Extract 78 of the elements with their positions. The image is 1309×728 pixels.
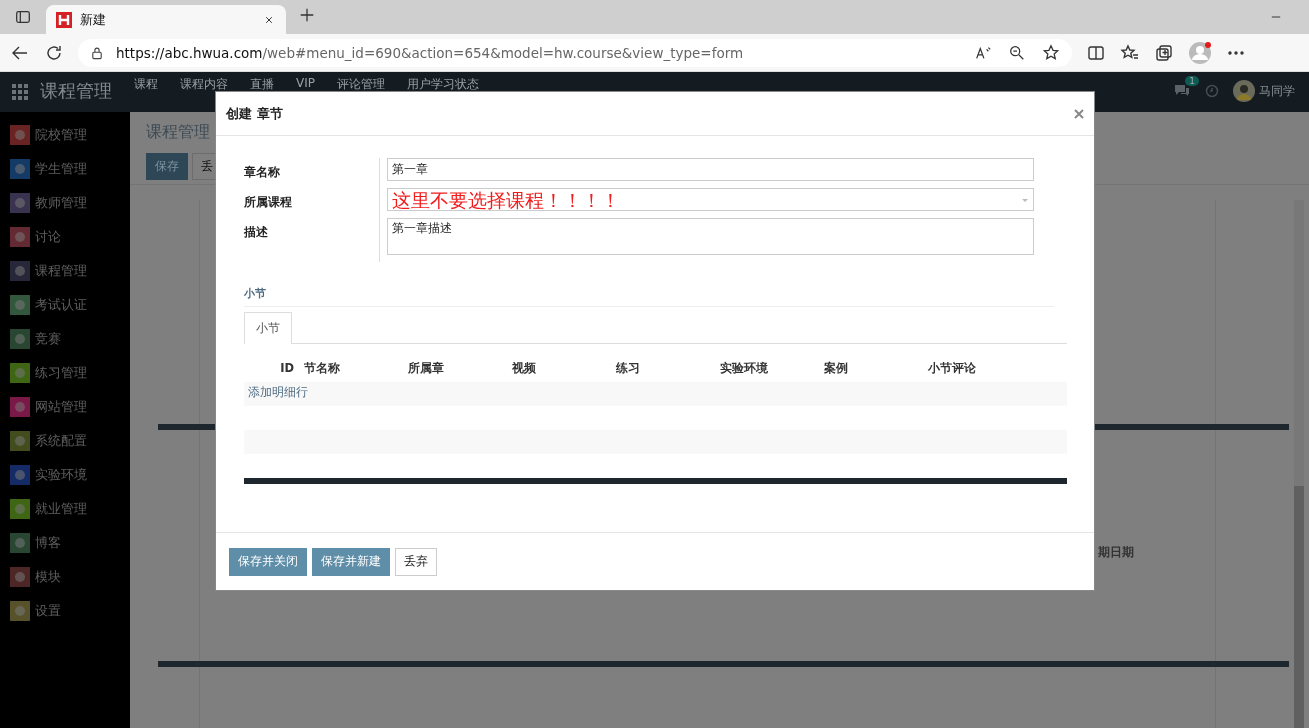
tile-icon — [10, 533, 30, 553]
plus-icon[interactable] — [298, 6, 316, 24]
nav-menu-item[interactable]: 评论管理 — [337, 76, 385, 93]
tab[interactable]: 小节 — [244, 312, 292, 344]
dialog-button[interactable]: 保存并新建 — [312, 547, 390, 576]
section-title: 小节 — [244, 286, 1054, 307]
favorite-add-icon[interactable] — [1042, 43, 1060, 62]
form-button[interactable]: 保存 — [146, 153, 188, 180]
sidebar-item[interactable]: 实验环境 — [0, 458, 130, 492]
tab-title: 新建 — [80, 10, 107, 29]
tile-icon — [10, 397, 30, 417]
field-label: 所属课程 — [244, 194, 293, 211]
column-header: 小节评论 — [928, 361, 977, 376]
nav-menu-item[interactable]: 课程内容 — [180, 76, 228, 93]
sidebar-item[interactable]: 教师管理 — [0, 186, 130, 220]
tile-icon — [10, 227, 30, 247]
column-header: 练习 — [616, 361, 641, 376]
tile-icon — [10, 193, 30, 213]
scrollbar[interactable] — [1294, 200, 1304, 728]
column-header: 视频 — [512, 361, 537, 376]
tile-icon — [10, 329, 30, 349]
lock-icon[interactable] — [90, 45, 104, 60]
sidebar-item[interactable]: 院校管理 — [0, 118, 130, 152]
browser-tab[interactable]: 新建 — [46, 5, 286, 34]
dialog-button[interactable]: 丢弃 — [395, 547, 437, 576]
nav-menu-item[interactable]: 课程 — [134, 76, 158, 93]
tile-icon — [10, 601, 30, 621]
tile-icon — [10, 431, 30, 451]
sidebar-item[interactable]: 模块 — [0, 560, 130, 594]
dialog-button[interactable]: 保存并关闭 — [229, 547, 307, 576]
profile-icon[interactable] — [1188, 40, 1212, 65]
caret-icon — [1021, 196, 1029, 203]
sidebar-item[interactable]: 博客 — [0, 526, 130, 560]
app-title: 课程管理 — [40, 79, 112, 103]
notification-badge: 1 — [1185, 75, 1199, 86]
tile-icon — [10, 567, 30, 587]
tile-icon — [10, 295, 30, 315]
textarea-field[interactable]: 第一章描述 — [387, 218, 1034, 255]
tile-icon — [10, 499, 30, 519]
sidebar-toggle-icon[interactable] — [14, 8, 32, 26]
nav-menu-item[interactable]: 用户学习状态 — [407, 76, 479, 93]
collections-icon[interactable] — [1154, 42, 1174, 63]
tile-icon — [10, 465, 30, 485]
sidebar-item[interactable]: 系统配置 — [0, 424, 130, 458]
sidebar-item[interactable]: 就业管理 — [0, 492, 130, 526]
avatar-icon — [1233, 80, 1255, 102]
logo-icon — [56, 11, 72, 28]
breadcrumb: 课程管理 — [146, 122, 211, 143]
nav-menu-item[interactable]: VIP — [296, 76, 315, 93]
zoom-out-icon[interactable] — [1008, 43, 1026, 62]
address-bar[interactable]: https://abc.hwua.com/web#menu_id=690&action=654&model=hw.course&view_type=form — [78, 38, 1072, 67]
sidebar-item[interactable]: 学生管理 — [0, 152, 130, 186]
sidebar-item[interactable]: 课程管理 — [0, 254, 130, 288]
sidebar-item[interactable]: 网站管理 — [0, 390, 130, 424]
select-field[interactable]: 这里不要选择课程！！！！ — [387, 188, 1034, 211]
tile-icon — [10, 159, 30, 179]
add-line-link[interactable]: 添加明细行 — [244, 382, 312, 403]
sidebar-item[interactable]: 竞赛 — [0, 322, 130, 356]
tile-icon — [10, 363, 30, 383]
dialog-title: 创建 章节 — [226, 104, 283, 123]
column-header: 期日期 — [1098, 544, 1134, 561]
text-field[interactable]: 第一章 — [387, 158, 1034, 181]
sidebar-item[interactable]: 讨论 — [0, 220, 130, 254]
sidebar-item[interactable]: 设置 — [0, 594, 130, 628]
tile-icon — [10, 261, 30, 281]
column-header: 节名称 — [304, 361, 341, 376]
column-header: 实验环境 — [720, 361, 769, 376]
nav-menu-item[interactable]: 直播 — [250, 76, 274, 93]
sidebar-item[interactable]: 考试认证 — [0, 288, 130, 322]
user-name[interactable]: 马同学 — [1259, 82, 1295, 100]
tile-icon — [10, 125, 30, 145]
column-header: ID — [279, 361, 295, 376]
field-label: 章名称 — [244, 164, 281, 181]
field-label: 描述 — [244, 224, 269, 241]
column-header: 案例 — [824, 361, 849, 376]
column-header: 所属章 — [408, 361, 445, 376]
sidebar-item[interactable]: 练习管理 — [0, 356, 130, 390]
apps-icon[interactable] — [12, 84, 28, 100]
